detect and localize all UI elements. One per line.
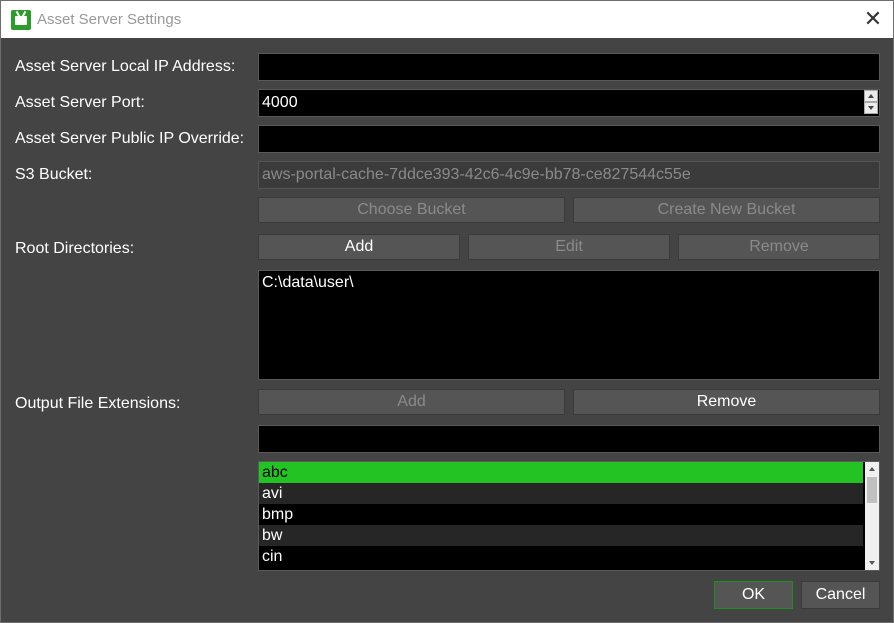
scroll-down-arrow[interactable] [865, 556, 879, 570]
root-remove-button[interactable]: Remove [678, 234, 880, 260]
extension-input[interactable] [258, 425, 880, 453]
extension-add-button[interactable]: Add [258, 389, 565, 415]
list-item[interactable]: C:\data\user\ [262, 274, 876, 292]
port-label: Asset Server Port: [15, 94, 145, 111]
asset-server-settings-dialog: Asset Server Settings ✕ Asset Server Loc… [0, 0, 894, 623]
tv-icon [11, 10, 31, 30]
list-item[interactable]: bmp [259, 504, 863, 525]
s3-bucket-field [258, 161, 880, 189]
extensions-list[interactable]: abc avi bmp bw cin [258, 461, 880, 571]
root-add-button[interactable]: Add [258, 234, 460, 260]
public-ip-input[interactable] [258, 125, 880, 153]
local-ip-input[interactable] [258, 53, 880, 81]
port-increment-arrow[interactable] [864, 90, 878, 102]
list-item[interactable]: cin [259, 546, 863, 567]
window-title: Asset Server Settings [37, 11, 182, 28]
output-extensions-label: Output File Extensions: [15, 395, 181, 412]
list-item[interactable]: abc [259, 462, 863, 483]
extension-remove-button[interactable]: Remove [573, 389, 880, 415]
list-item[interactable]: avi [259, 483, 863, 504]
root-directories-label: Root Directories: [15, 240, 135, 257]
close-icon[interactable]: ✕ [861, 7, 885, 31]
cancel-button[interactable]: Cancel [801, 581, 880, 609]
local-ip-label: Asset Server Local IP Address: [15, 58, 236, 75]
list-scrollbar[interactable] [865, 462, 879, 570]
scroll-up-arrow[interactable] [865, 462, 879, 476]
choose-bucket-button[interactable]: Choose Bucket [258, 197, 565, 223]
create-new-bucket-button[interactable]: Create New Bucket [573, 197, 880, 223]
title-bar: Asset Server Settings ✕ [1, 1, 893, 38]
ok-button[interactable]: OK [714, 581, 793, 609]
root-directories-list[interactable]: C:\data\user\ [258, 270, 880, 380]
scrollbar-thumb[interactable] [867, 477, 877, 503]
list-item[interactable]: bw [259, 525, 863, 546]
public-ip-label: Asset Server Public IP Override: [15, 130, 245, 147]
port-decrement-arrow[interactable] [864, 102, 878, 114]
root-edit-button[interactable]: Edit [468, 234, 670, 260]
s3-bucket-label: S3 Bucket: [15, 166, 93, 183]
port-input[interactable] [258, 89, 880, 117]
